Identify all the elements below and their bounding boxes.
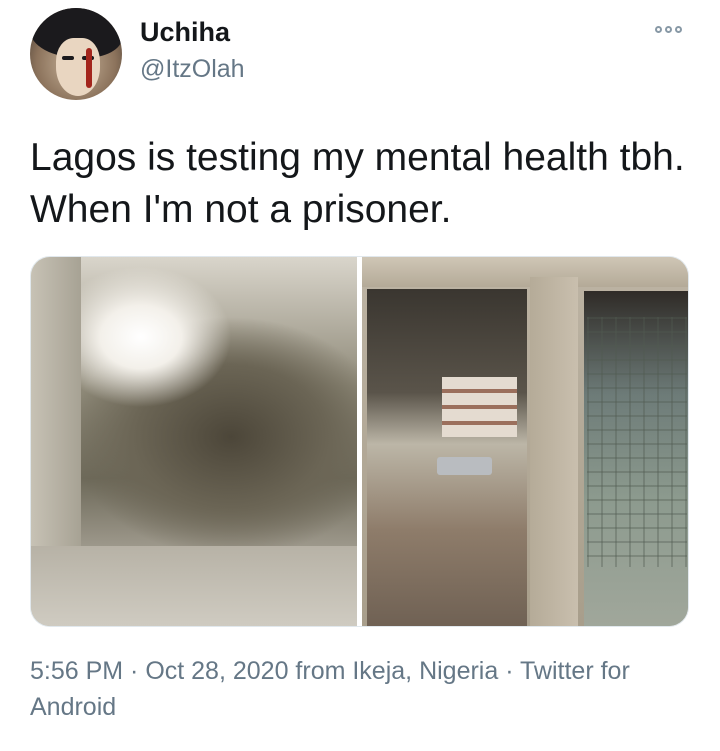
tweet-timestamp[interactable]: 5:56 PM · Oct 28, 2020 from Ikeja, Niger… bbox=[30, 653, 690, 725]
dot bbox=[675, 26, 682, 33]
author-name[interactable]: Uchiha bbox=[140, 16, 230, 48]
avatar-mark bbox=[86, 48, 92, 88]
media-grid bbox=[30, 256, 689, 627]
author-handle[interactable]: @ItzOlah bbox=[140, 54, 245, 84]
photo-ceiling bbox=[362, 257, 688, 287]
dot bbox=[655, 26, 662, 33]
avatar[interactable] bbox=[30, 8, 122, 100]
dot bbox=[665, 26, 672, 33]
avatar-face bbox=[56, 38, 100, 96]
photo-tiles-right bbox=[587, 317, 687, 567]
photo-sink bbox=[437, 457, 492, 475]
photo-bathroom[interactable] bbox=[362, 257, 688, 626]
photo-room[interactable] bbox=[31, 257, 357, 626]
photo-floor bbox=[31, 546, 357, 626]
photo-pillar bbox=[530, 277, 578, 626]
avatar-eye-left bbox=[62, 56, 74, 60]
photo-tiles-left bbox=[442, 377, 517, 437]
tweet-text: Lagos is testing my mental health tbh. W… bbox=[30, 136, 685, 231]
more-options-icon[interactable] bbox=[655, 26, 682, 33]
